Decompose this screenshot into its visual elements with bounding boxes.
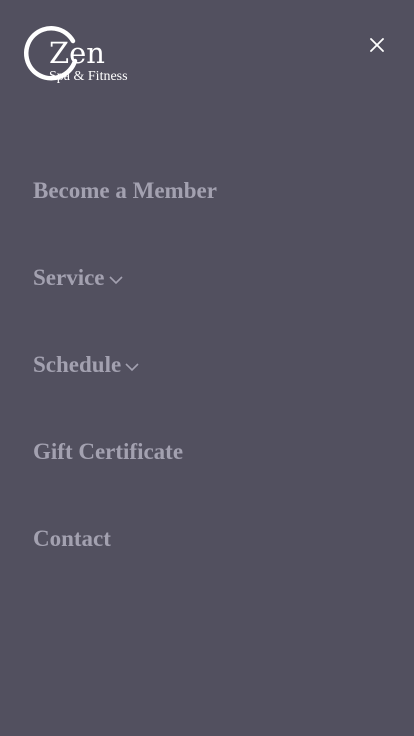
nav-item-gift-certificate[interactable]: Gift Certificate: [33, 432, 183, 472]
nav-item-label: Contact: [33, 526, 111, 551]
chevron-down-icon[interactable]: [124, 362, 140, 372]
nav-item-label: Gift Certificate: [33, 439, 184, 464]
mobile-menu-overlay: Zen Spa & Fitness Become a Member Servic…: [0, 0, 414, 736]
brand-logo[interactable]: Zen Spa & Fitness: [21, 25, 151, 89]
nav-item-schedule[interactable]: Schedule: [33, 345, 140, 385]
nav-item-label: Service: [33, 265, 105, 290]
nav-item-become-a-member[interactable]: Become a Member: [33, 171, 217, 211]
brand-name: Zen: [49, 36, 105, 70]
brand-tagline: Spa & Fitness: [49, 69, 128, 84]
nav-item-label: Become a Member: [33, 178, 217, 203]
nav-item-label: Schedule: [33, 352, 122, 377]
close-button[interactable]: [368, 36, 386, 54]
nav-item-contact[interactable]: Contact: [33, 519, 111, 559]
nav-item-service[interactable]: Service: [33, 258, 124, 298]
chevron-down-icon[interactable]: [108, 275, 124, 285]
close-icon: [370, 38, 384, 52]
